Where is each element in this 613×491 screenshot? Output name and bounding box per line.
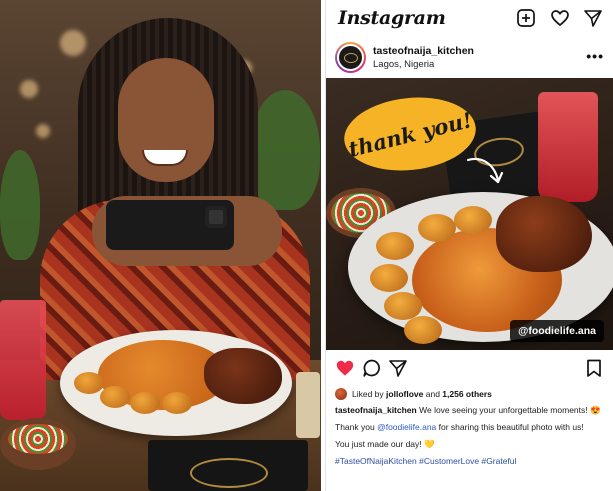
- plantain: [74, 372, 104, 394]
- plant: [250, 90, 320, 210]
- direct-message-icon[interactable]: [583, 8, 603, 28]
- light-bokeh: [60, 30, 86, 56]
- caption-text-1: We love seeing your unforgettable moment…: [419, 405, 601, 415]
- salsa: [8, 424, 68, 454]
- like-filled-icon[interactable]: [335, 358, 355, 378]
- avatar[interactable]: [335, 42, 366, 73]
- bookmark-icon[interactable]: [584, 358, 604, 378]
- plantain: [404, 316, 442, 344]
- caption-mention[interactable]: @foodielife.ana: [377, 422, 436, 432]
- share-icon[interactable]: [388, 358, 408, 378]
- caption-username[interactable]: tasteofnaija_kitchen: [335, 405, 417, 415]
- new-post-icon[interactable]: [516, 8, 536, 28]
- plantain: [454, 206, 492, 234]
- post-actions: [326, 356, 613, 380]
- candle-holder: [296, 372, 320, 438]
- caption-text-2-prefix: Thank you: [335, 422, 375, 432]
- plant: [0, 150, 40, 260]
- post-location[interactable]: Lagos, Nigeria: [373, 59, 434, 70]
- user-tag[interactable]: @foodielife.ana: [510, 320, 604, 342]
- drink-glass: [538, 92, 598, 202]
- liked-by-user[interactable]: jolloflove: [386, 389, 423, 399]
- avatar-image: [337, 44, 364, 71]
- liker-avatar: [335, 388, 347, 400]
- likes-summary[interactable]: Liked by jolloflove and 1,256 others: [335, 386, 605, 402]
- light-bokeh: [36, 124, 50, 138]
- caption-text-3: You just made our day! 💛: [335, 439, 435, 449]
- light-bokeh: [20, 80, 38, 98]
- plantain: [376, 232, 414, 260]
- post-header: tasteofnaija_kitchen Lagos, Nigeria •••: [326, 40, 613, 78]
- grilled-chicken: [204, 348, 282, 404]
- instagram-card: Instagram tasteofnaija_kitchen Lagos, Ni…: [325, 0, 613, 491]
- thank-you-text: thank you!: [345, 106, 475, 162]
- menu-seal: [190, 458, 268, 488]
- liked-by-prefix: Liked by: [352, 389, 384, 399]
- caption-line-1: tasteofnaija_kitchen We love seeing your…: [335, 404, 607, 416]
- comment-icon[interactable]: [362, 358, 382, 378]
- more-options-icon[interactable]: •••: [586, 48, 604, 64]
- grilled-chicken: [496, 196, 592, 272]
- plantain: [370, 264, 408, 292]
- arrow-doodle-icon: [466, 157, 504, 184]
- likes-text: Liked by jolloflove and 1,256 others: [352, 389, 492, 399]
- liked-by-and: and: [425, 389, 440, 399]
- logo-seal-icon: [343, 52, 358, 63]
- likes-count[interactable]: 1,256 others: [442, 389, 492, 399]
- heart-icon[interactable]: [550, 8, 570, 28]
- app-header: Instagram: [326, 0, 613, 36]
- drink-glass: [0, 300, 46, 420]
- caption-hashtags[interactable]: #TasteOfNaijaKitchen #CustomerLove #Grat…: [335, 455, 607, 467]
- instagram-logo: Instagram: [338, 7, 446, 29]
- phone-camera: [205, 206, 227, 228]
- plantain: [418, 214, 456, 242]
- plantain: [162, 392, 192, 414]
- caption-line-3: You just made our day! 💛: [335, 438, 607, 450]
- plantain: [130, 392, 160, 414]
- plantain: [100, 386, 130, 408]
- restaurant-photo: [0, 0, 321, 491]
- caption-text-2-suffix: for sharing this beautiful photo with us…: [438, 422, 584, 432]
- post-image[interactable]: thank you! @foodielife.ana: [326, 78, 613, 350]
- caption-line-2: Thank you @foodielife.ana for sharing th…: [335, 421, 607, 433]
- post-username[interactable]: tasteofnaija_kitchen: [373, 45, 474, 57]
